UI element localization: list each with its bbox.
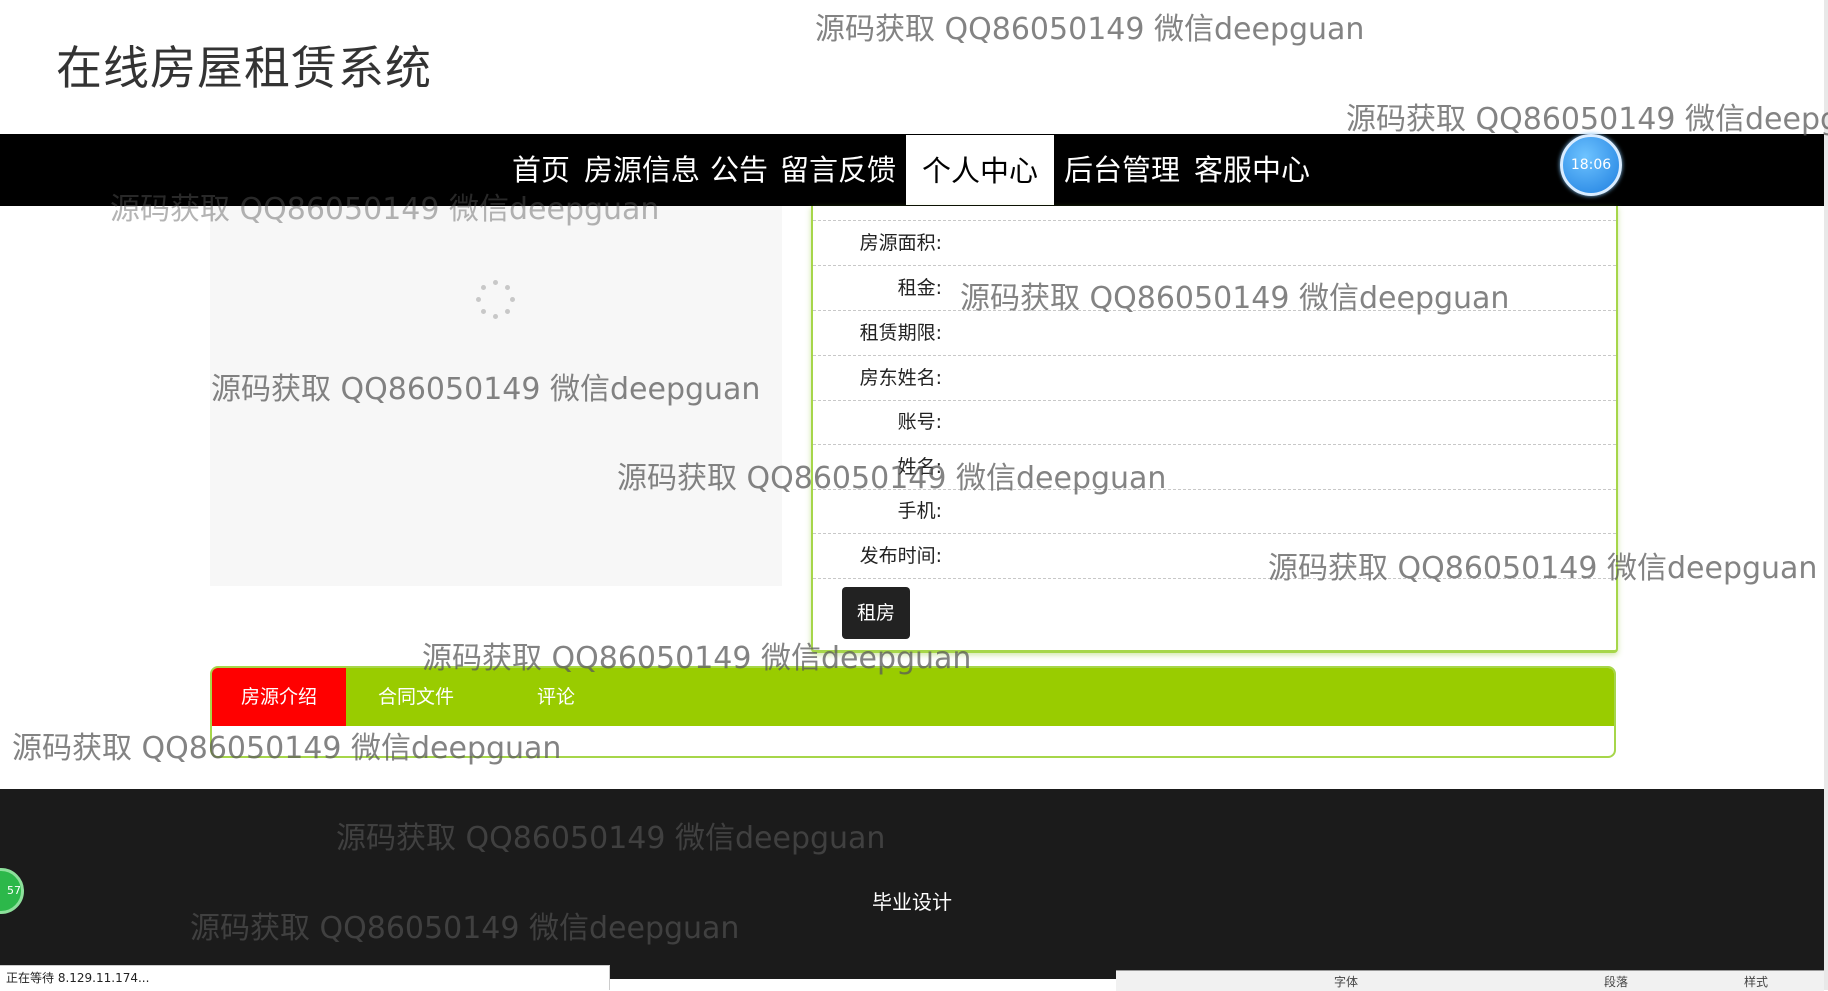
account-label: 账号: xyxy=(897,411,942,433)
taskbar-snippet: 字体 段落 样式 xyxy=(1116,970,1824,991)
area-label: 房源面积: xyxy=(859,232,942,254)
nav-home[interactable]: 首页 xyxy=(512,134,570,206)
phone-label: 手机: xyxy=(897,500,942,522)
nav-feedback[interactable]: 留言反馈 xyxy=(780,134,896,206)
info-row-landlord: 房东姓名: xyxy=(813,356,1616,401)
info-row-partial xyxy=(813,206,1616,221)
nav-customer-service[interactable]: 客服中心 xyxy=(1194,134,1310,206)
page-scrollbar[interactable] xyxy=(1824,0,1828,990)
watermark: 源码获取 QQ86050149 微信deepguan xyxy=(815,12,1365,47)
info-row-phone: 手机: xyxy=(813,489,1616,534)
detail-tabs: 房源介绍 合同文件 评论 xyxy=(210,666,1616,758)
nav-announcements[interactable]: 公告 xyxy=(710,134,768,206)
loading-spinner-icon xyxy=(476,280,516,320)
site-title: 在线房屋租赁系统 xyxy=(56,41,432,95)
house-image-panel xyxy=(210,206,782,586)
info-row-name: 姓名: xyxy=(813,445,1616,490)
tab-comments[interactable]: 评论 xyxy=(486,668,626,726)
info-row-publish-time: 发布时间: xyxy=(813,534,1616,579)
publish-time-label: 发布时间: xyxy=(859,545,942,567)
info-row-lease-term: 租赁期限: xyxy=(813,311,1616,356)
main-navbar: 首页 房源信息 公告 留言反馈 个人中心 后台管理 客服中心 xyxy=(0,134,1824,206)
taskbar-paragraph-label: 段落 xyxy=(1604,975,1629,989)
watermark: 源码获取 QQ86050149 微信deepg xyxy=(1346,102,1828,137)
info-row-rent: 租金: xyxy=(813,266,1616,311)
info-row-area: 房源面积: xyxy=(813,221,1616,266)
nav-admin[interactable]: 后台管理 xyxy=(1064,134,1180,206)
tab-contract-files[interactable]: 合同文件 xyxy=(346,668,486,726)
rent-button[interactable]: 租房 xyxy=(842,587,910,639)
browser-status-bar: 正在等待 8.129.11.174... xyxy=(0,965,610,990)
landlord-name-label: 房东姓名: xyxy=(859,367,942,389)
tab-bar: 房源介绍 合同文件 评论 xyxy=(212,668,1614,726)
house-info-panel: 房源面积: 租金: 租赁期限: 房东姓名: 账号: 姓名: 手机: 发布时间: … xyxy=(811,206,1618,653)
rent-label: 租金: xyxy=(897,277,942,299)
taskbar-style-label: 样式 xyxy=(1744,975,1769,989)
lease-term-label: 租赁期限: xyxy=(859,322,942,344)
name-label: 姓名: xyxy=(897,456,942,478)
clock-widget: 18:06 xyxy=(1560,134,1622,196)
tab-house-intro[interactable]: 房源介绍 xyxy=(212,668,346,726)
info-row-account: 账号: xyxy=(813,400,1616,445)
nav-personal-center[interactable]: 个人中心 xyxy=(906,135,1055,205)
footer-text: 毕业设计 xyxy=(872,890,952,914)
nav-listings[interactable]: 房源信息 xyxy=(584,134,700,206)
page-footer: 毕业设计 xyxy=(0,789,1824,979)
taskbar-font-label: 字体 xyxy=(1334,975,1359,989)
